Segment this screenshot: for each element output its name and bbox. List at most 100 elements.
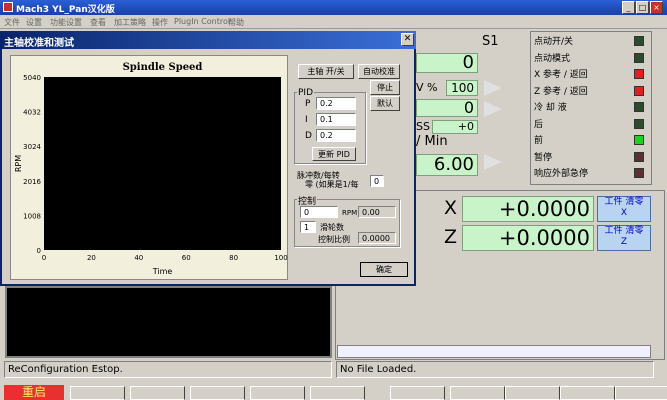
menu-file[interactable]: 文件 xyxy=(4,17,20,28)
dialog-title: 主轴校准和测试 xyxy=(4,38,74,49)
led-label: 点动模式 xyxy=(534,53,571,64)
y-tick-label: 0 xyxy=(37,247,41,255)
p-input[interactable]: 0.2 xyxy=(316,97,356,110)
override-label: V % xyxy=(416,81,438,94)
d-label: D xyxy=(305,131,312,141)
pulley-input[interactable]: 1 xyxy=(300,221,316,233)
s1-label: S1 xyxy=(482,34,499,49)
i-label: I xyxy=(305,115,308,125)
zero-z-button[interactable]: 工件 清零 Z xyxy=(597,225,651,251)
chart-title: Spindle Speed xyxy=(123,62,203,73)
tool-icon[interactable] xyxy=(250,386,305,400)
zero-btn-axis: X xyxy=(620,208,628,218)
plot-area xyxy=(44,77,281,250)
led-row: 前 xyxy=(534,133,650,150)
file-icon[interactable] xyxy=(450,386,505,400)
default-button[interactable]: 默认 xyxy=(370,96,400,111)
led-label: 响应外部急停 xyxy=(534,169,589,179)
rpm-input[interactable]: 0 xyxy=(300,206,338,218)
stop-icon[interactable] xyxy=(310,386,365,400)
pid-legend: PID xyxy=(297,88,315,98)
y-axis-label: RPM xyxy=(14,155,23,172)
led-row: 后 xyxy=(534,117,650,134)
menu-help[interactable]: 帮助 xyxy=(228,17,244,28)
led-indicator xyxy=(634,52,644,63)
menu-settings[interactable]: 设置 xyxy=(26,17,42,28)
menu-function-settings[interactable]: 功能设置 xyxy=(50,17,82,28)
menu-view[interactable]: 查看 xyxy=(90,17,106,28)
maximize-button[interactable]: □ xyxy=(636,1,649,14)
led-label: 点动开/关 xyxy=(534,37,574,47)
led-indicator xyxy=(634,102,644,112)
zero-x-button[interactable]: 工件 清零 X xyxy=(597,196,651,222)
auto-calibrate-button[interactable]: 自动校准 xyxy=(358,64,400,79)
led-indicator xyxy=(634,135,644,145)
x-tick-label: 20 xyxy=(87,254,96,262)
spindle-speed-chart: Spindle Speed 0 1008 2016 3024 4032 5040 0 20 40 6… xyxy=(10,55,288,280)
ok-button[interactable]: 确定 xyxy=(360,262,408,277)
led-label: X 参考 / 返回 xyxy=(534,70,588,80)
close-file-icon[interactable] xyxy=(505,386,560,400)
led-indicator xyxy=(634,69,644,79)
x-tick-label: 40 xyxy=(134,254,143,262)
close-button[interactable]: × xyxy=(650,1,663,14)
cycle-start-icon[interactable] xyxy=(70,386,125,400)
toolpath-icon[interactable] xyxy=(130,386,185,400)
edit-gcode-icon[interactable] xyxy=(390,386,445,400)
axis-x-label: X xyxy=(444,197,458,219)
rewind-icon[interactable] xyxy=(560,386,615,400)
x-tick-label: 100 xyxy=(274,254,287,262)
update-pid-button[interactable]: 更新 PID xyxy=(312,147,356,161)
x-tick-label: 0 xyxy=(42,254,46,262)
dialog-close-button[interactable]: ✕ xyxy=(401,33,414,46)
dialog-title-bar: 主轴校准和测试 xyxy=(0,31,416,49)
single-step-icon[interactable] xyxy=(615,386,667,400)
feed-hold-icon[interactable] xyxy=(190,386,245,400)
window-title: Mach3 YL_Pan汉化版 xyxy=(16,5,115,15)
zero-btn-label: 工件 xyxy=(604,226,623,236)
status-right: No File Loaded. xyxy=(336,361,654,378)
y-tick-label: 5040 xyxy=(23,74,41,82)
led-label: Z 参考 / 返回 xyxy=(534,86,588,97)
y-tick-label: 3024 xyxy=(23,143,41,151)
y-tick-label: 2016 xyxy=(23,178,41,186)
ss-label: SS xyxy=(416,120,430,133)
led-row: 响应外部急停 xyxy=(534,166,650,183)
led-row: 点动模式 xyxy=(534,51,650,68)
toolpath-display xyxy=(5,286,332,358)
rpm-label: RPM xyxy=(342,209,358,217)
led-row: 冷 却 液 xyxy=(534,100,650,117)
pulse-input[interactable]: 0 xyxy=(370,175,384,187)
x-tick-label: 80 xyxy=(229,254,238,262)
override-dro: 100 xyxy=(446,80,478,96)
spindle-onoff-button[interactable]: 主轴 开/关 xyxy=(298,64,354,79)
zero-btn-axis: Z xyxy=(620,237,628,247)
axis-z-dro: +0.0000 xyxy=(462,225,594,251)
feed-rate-dro: 6.00 xyxy=(416,154,478,176)
pulley-label: 滑轮数 xyxy=(320,223,344,232)
stop-button[interactable]: 停止 xyxy=(370,80,400,95)
zero-btn-label: 清零 xyxy=(625,226,644,236)
rpm-readout: 0.00 xyxy=(358,206,396,218)
app-icon xyxy=(3,2,13,12)
led-row: 点动开/关 xyxy=(534,34,650,51)
led-indicator xyxy=(634,85,644,96)
minimize-button[interactable]: _ xyxy=(622,1,635,14)
axis-z-label: Z xyxy=(444,226,458,248)
menu-bar: 文件 设置 功能设置 查看 加工策略 操作 PlugIn Control 帮助 xyxy=(0,15,667,29)
pulse-label-line2: 零 (如果是1/每 xyxy=(305,180,359,189)
p-label: P xyxy=(305,99,311,109)
led-label: 暂停 xyxy=(534,152,553,163)
x-axis-label: Time xyxy=(152,267,173,276)
led-label: 冷 却 液 xyxy=(534,103,567,113)
ratio-label: 控制比例 xyxy=(318,235,350,244)
menu-plugin-control[interactable]: PlugIn Control xyxy=(174,17,230,26)
gcode-progress-bar xyxy=(337,345,651,358)
restart-button[interactable]: 重启 xyxy=(4,385,64,400)
led-indicator xyxy=(634,151,644,162)
d-input[interactable]: 0.2 xyxy=(316,129,356,142)
led-indicator xyxy=(634,118,644,129)
menu-toolpath[interactable]: 加工策略 xyxy=(114,17,146,28)
menu-operate[interactable]: 操作 xyxy=(152,17,168,28)
i-input[interactable]: 0.1 xyxy=(316,113,356,126)
